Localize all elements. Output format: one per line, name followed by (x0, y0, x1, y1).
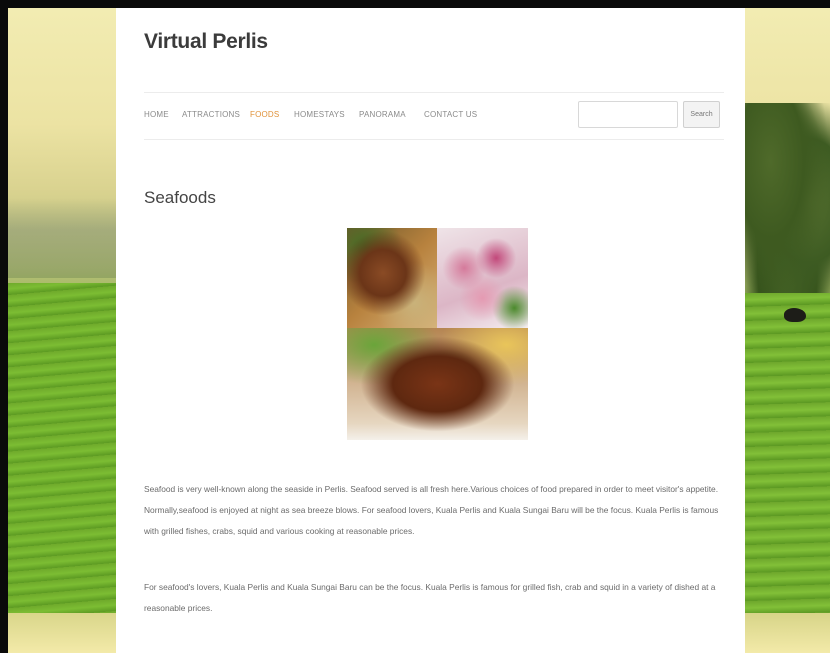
nav-item-home[interactable]: HOME (144, 110, 169, 119)
nav-item-attractions[interactable]: ATTRACTIONS (182, 110, 240, 119)
grilled-fish-photo (347, 328, 528, 440)
nav-item-contact-us[interactable]: CONTACT US (424, 110, 477, 119)
nav-item-homestays[interactable]: HOMESTAYS (294, 110, 345, 119)
search-input[interactable] (578, 101, 678, 128)
content-paragraph-1: Seafood is very well-known along the sea… (144, 484, 719, 537)
page-content: Virtual Perlis HOME ATTRACTIONS FOODS HO… (116, 8, 745, 653)
background-paddy-field-right (745, 8, 830, 653)
nav-item-panorama[interactable]: PANORAMA (359, 110, 406, 119)
seafood-image (347, 228, 528, 440)
content-paragraph-2: For seafood's lovers, Kuala Perlis and K… (144, 582, 716, 614)
browser-viewport: Virtual Perlis HOME ATTRACTIONS FOODS HO… (8, 8, 830, 653)
buffalo-silhouette (784, 308, 806, 322)
main-navigation: HOME ATTRACTIONS FOODS HOMESTAYS PANORAM… (144, 92, 724, 140)
nav-item-foods[interactable]: FOODS (250, 110, 279, 119)
site-title[interactable]: Virtual Perlis (144, 30, 268, 54)
background-paddy-field-left (8, 8, 116, 653)
search-button[interactable]: Search (683, 101, 720, 128)
seafood-photo-top-left (347, 228, 437, 328)
seafood-photo-top-right (437, 228, 528, 328)
page-heading: Seafoods (144, 188, 216, 207)
